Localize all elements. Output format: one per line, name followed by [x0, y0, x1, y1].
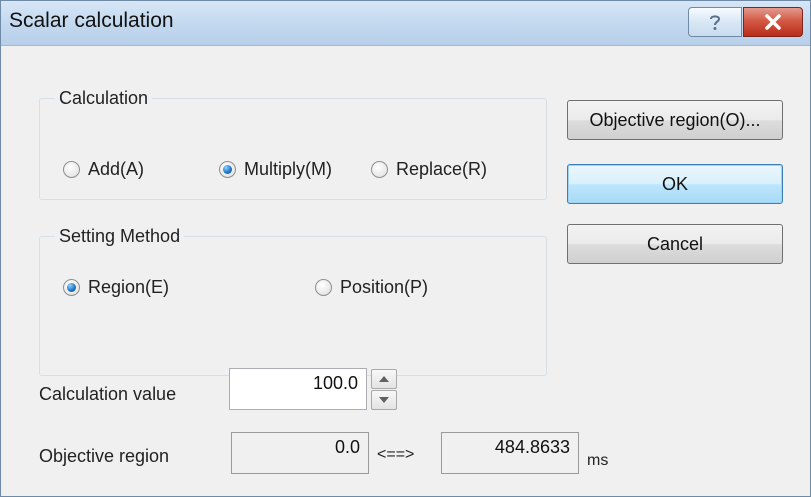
spin-down-icon: [379, 397, 389, 403]
spin-up-button[interactable]: [371, 369, 397, 389]
ok-button[interactable]: OK: [567, 164, 783, 204]
calculation-value-input[interactable]: 100.0: [229, 368, 367, 410]
calculation-group: [39, 98, 547, 200]
title-bar[interactable]: Scalar calculation: [1, 1, 810, 46]
radio-region-label: Region(E): [88, 276, 170, 297]
radio-replace[interactable]: Replace(R): [371, 157, 487, 181]
setting-method-group-label: Setting Method: [55, 226, 185, 247]
spin-down-button[interactable]: [371, 390, 397, 410]
objective-region-label: Objective region: [39, 446, 170, 466]
radio-multiply[interactable]: Multiply(M): [219, 157, 332, 181]
radio-replace-indicator: [371, 160, 388, 178]
spin-up-icon: [379, 376, 389, 382]
cancel-button[interactable]: Cancel: [567, 224, 783, 264]
close-icon: [765, 14, 781, 30]
calculation-value-label: Calculation value: [39, 384, 177, 404]
objective-region-button[interactable]: Objective region(O)...: [567, 100, 783, 140]
calculation-group-label: Calculation: [55, 88, 153, 109]
radio-add[interactable]: Add(A): [63, 157, 144, 181]
radio-position[interactable]: Position(P): [315, 275, 428, 299]
objective-region-start-field: 0.0: [231, 432, 369, 474]
window-title: Scalar calculation: [9, 9, 174, 32]
scalar-calculation-dialog: Scalar calculation Calculation Add(A) Mu…: [0, 0, 811, 497]
objective-region-end-field: 484.8633: [441, 432, 579, 474]
setting-method-group: [39, 236, 547, 376]
radio-replace-label: Replace(R): [396, 158, 488, 179]
radio-region[interactable]: Region(E): [63, 275, 169, 299]
radio-multiply-label: Multiply(M): [244, 158, 332, 179]
radio-multiply-indicator: [219, 160, 236, 178]
objective-region-unit: ms: [587, 452, 609, 469]
close-button[interactable]: [743, 7, 803, 37]
dialog-body: Calculation Add(A) Multiply(M) Replace(R…: [1, 46, 810, 496]
radio-position-label: Position(P): [340, 276, 429, 297]
objective-region-separator: <==>: [377, 446, 415, 463]
help-icon: [710, 15, 721, 30]
help-button[interactable]: [688, 7, 742, 37]
radio-add-label: Add(A): [88, 158, 145, 179]
radio-region-indicator: [63, 278, 80, 296]
radio-position-indicator: [315, 278, 332, 296]
radio-add-indicator: [63, 160, 80, 178]
